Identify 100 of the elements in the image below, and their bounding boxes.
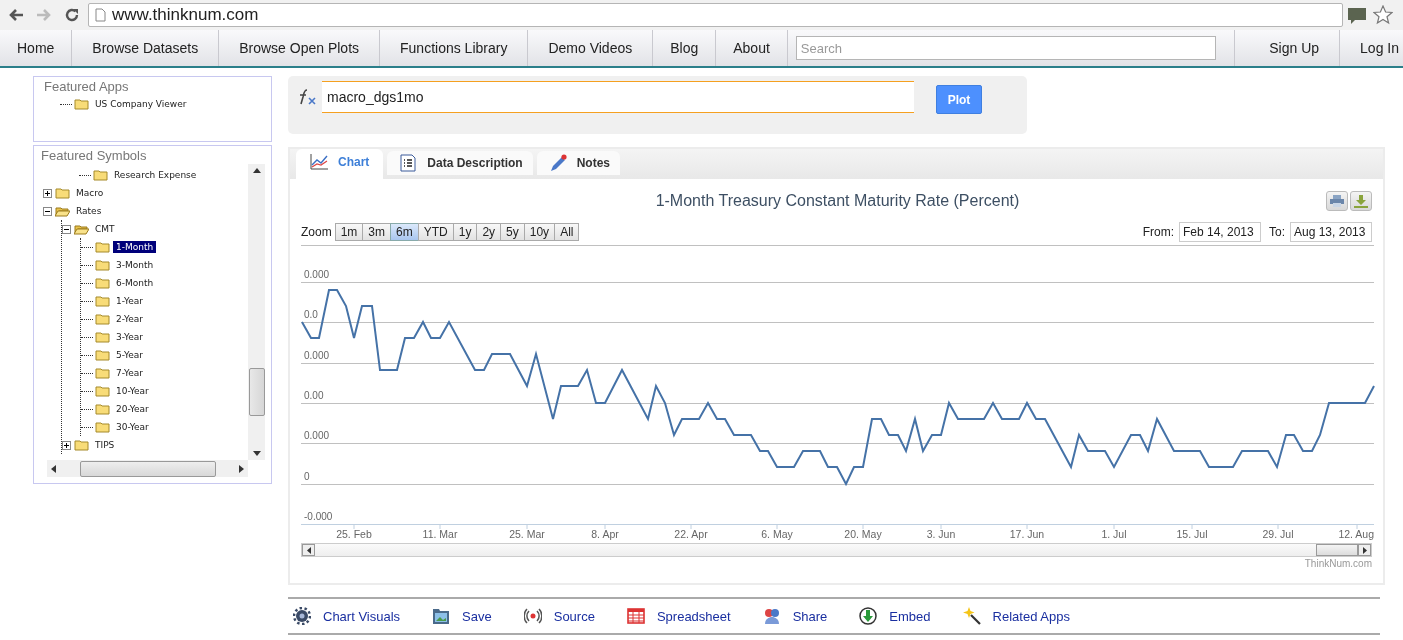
toolbar-link[interactable]: Embed — [859, 607, 931, 625]
axis-label: 29. Jul — [1262, 528, 1294, 540]
open-folder-icon — [55, 205, 70, 217]
nav-link[interactable]: Home — [0, 30, 73, 66]
address-bar[interactable]: www.thinknum.com — [88, 3, 1343, 27]
zoom-button[interactable]: 5y — [500, 223, 525, 241]
zoom-button[interactable]: 1m — [334, 223, 364, 241]
chart-scrollbar[interactable] — [301, 543, 1372, 557]
date-field[interactable]: Feb 14, 2013 — [1179, 222, 1261, 242]
zoom-button[interactable]: 6m — [390, 223, 419, 241]
tree-item[interactable]: 1-Month — [113, 241, 157, 253]
folder-picture-icon — [432, 607, 451, 625]
range-label: To: — [1269, 225, 1285, 239]
tree-item[interactable]: 2-Year — [113, 313, 146, 325]
axis-label: 0.000 — [304, 350, 330, 361]
scrollbar-thumb[interactable] — [79, 460, 216, 477]
nav-link[interactable]: Log In — [1340, 30, 1403, 66]
speech-bubble-icon[interactable] — [1347, 6, 1367, 24]
zoom-button[interactable]: 10y — [523, 223, 556, 241]
scrollbar-thumb[interactable] — [248, 368, 265, 416]
axis-label: 0.0 — [304, 309, 318, 320]
expand-toggle[interactable] — [43, 188, 52, 198]
scroll-left-icon[interactable] — [51, 464, 56, 473]
axis-label: 0.000 — [304, 269, 330, 280]
axis-label: 15. Jul — [1176, 528, 1208, 540]
tree-item[interactable]: 7-Year — [113, 367, 146, 379]
nav-link[interactable]: Functions Library — [380, 30, 529, 66]
tab[interactable]: Notes — [536, 151, 621, 175]
tree-item[interactable]: US Company Viewer — [92, 98, 190, 110]
zoom-button[interactable]: 3m — [362, 223, 392, 241]
folder-icon — [95, 385, 110, 397]
folder-icon — [95, 277, 110, 289]
range-label: From: — [1142, 225, 1174, 239]
tab[interactable]: Data Description — [387, 151, 533, 175]
broadcast-icon — [523, 607, 542, 625]
scroll-right-icon[interactable] — [1362, 546, 1367, 554]
nav-link[interactable]: Browse Open Plots — [219, 30, 381, 66]
tree-item[interactable]: 30-Year — [113, 421, 152, 433]
reload-icon[interactable] — [64, 7, 80, 23]
folder-icon — [55, 187, 70, 199]
folder-icon — [95, 367, 110, 379]
scrollbar[interactable] — [47, 460, 248, 477]
tree-item[interactable]: 5-Year — [113, 349, 146, 361]
section-title: Featured Apps — [43, 79, 130, 94]
tree-item[interactable]: Research Expense — [111, 169, 200, 181]
tree-item[interactable]: 20-Year — [113, 403, 152, 415]
toolbar-link[interactable]: Chart Visuals — [293, 607, 401, 625]
tree-item[interactable]: 10-Year — [113, 385, 152, 397]
axis-label: -0.000 — [304, 511, 333, 522]
folder-icon — [95, 331, 110, 343]
line-chart-icon — [310, 153, 328, 171]
nav-link[interactable]: Sign Up — [1249, 30, 1341, 66]
scrollbar[interactable] — [248, 164, 265, 460]
nav-link[interactable]: Browse Datasets — [72, 30, 220, 66]
scrollbar-thumb[interactable] — [1316, 544, 1358, 556]
pencil-icon — [548, 154, 567, 172]
back-icon[interactable] — [8, 8, 24, 22]
tree-item[interactable]: 6-Month — [113, 277, 157, 289]
tab[interactable]: Chart — [296, 149, 384, 179]
folder-icon — [95, 313, 110, 325]
tree-item[interactable]: Macro — [73, 187, 107, 199]
gear-icon — [293, 607, 311, 625]
date-field[interactable]: Aug 13, 2013 — [1290, 222, 1372, 242]
tree-item[interactable]: 3-Month — [113, 259, 157, 271]
tree-item[interactable]: CMT — [92, 223, 118, 235]
scroll-down-icon[interactable] — [252, 451, 261, 456]
toolbar-link[interactable]: Source — [523, 607, 595, 625]
collapse-toggle[interactable] — [62, 224, 71, 234]
axis-label: 0 — [304, 471, 310, 482]
nav-link[interactable]: Demo Videos — [528, 30, 654, 66]
star-icon[interactable] — [1373, 5, 1393, 25]
download-button[interactable] — [1350, 191, 1372, 211]
section-title: Featured Symbols — [40, 148, 148, 163]
tree-item[interactable]: TIPS — [92, 439, 118, 451]
zoom-button[interactable]: 2y — [476, 223, 502, 241]
toolbar-link[interactable]: Share — [762, 607, 828, 625]
search-field[interactable]: Search — [795, 36, 1216, 60]
folder-icon — [74, 98, 89, 110]
tree-item[interactable]: 1-Year — [113, 295, 146, 307]
scroll-right-icon[interactable] — [239, 464, 244, 473]
scroll-up-icon[interactable] — [252, 168, 261, 173]
toolbar-link[interactable]: Spreadsheet — [626, 607, 731, 625]
nav-link[interactable]: About — [716, 30, 788, 66]
axis-label: 17. Jun — [1009, 528, 1045, 540]
folder-icon — [95, 349, 110, 361]
tree-item[interactable]: 3-Year — [113, 331, 146, 343]
zoom-button[interactable]: YTD — [417, 223, 454, 241]
nav-link[interactable]: Blog — [653, 30, 717, 66]
expand-toggle[interactable] — [62, 440, 71, 450]
open-folder-icon — [74, 223, 89, 235]
zoom-button[interactable]: All — [554, 223, 580, 241]
folder-icon — [95, 259, 110, 271]
print-button[interactable] — [1326, 191, 1348, 211]
tree-item[interactable]: Rates — [73, 205, 105, 217]
toolbar-link[interactable]: Related Apps — [962, 607, 1070, 625]
collapse-toggle[interactable] — [43, 206, 52, 216]
formula-field[interactable]: macro_dgs1mo — [322, 81, 914, 113]
toolbar-link[interactable]: Save — [432, 607, 492, 625]
folder-icon — [74, 439, 89, 451]
scroll-left-icon[interactable] — [306, 546, 311, 554]
